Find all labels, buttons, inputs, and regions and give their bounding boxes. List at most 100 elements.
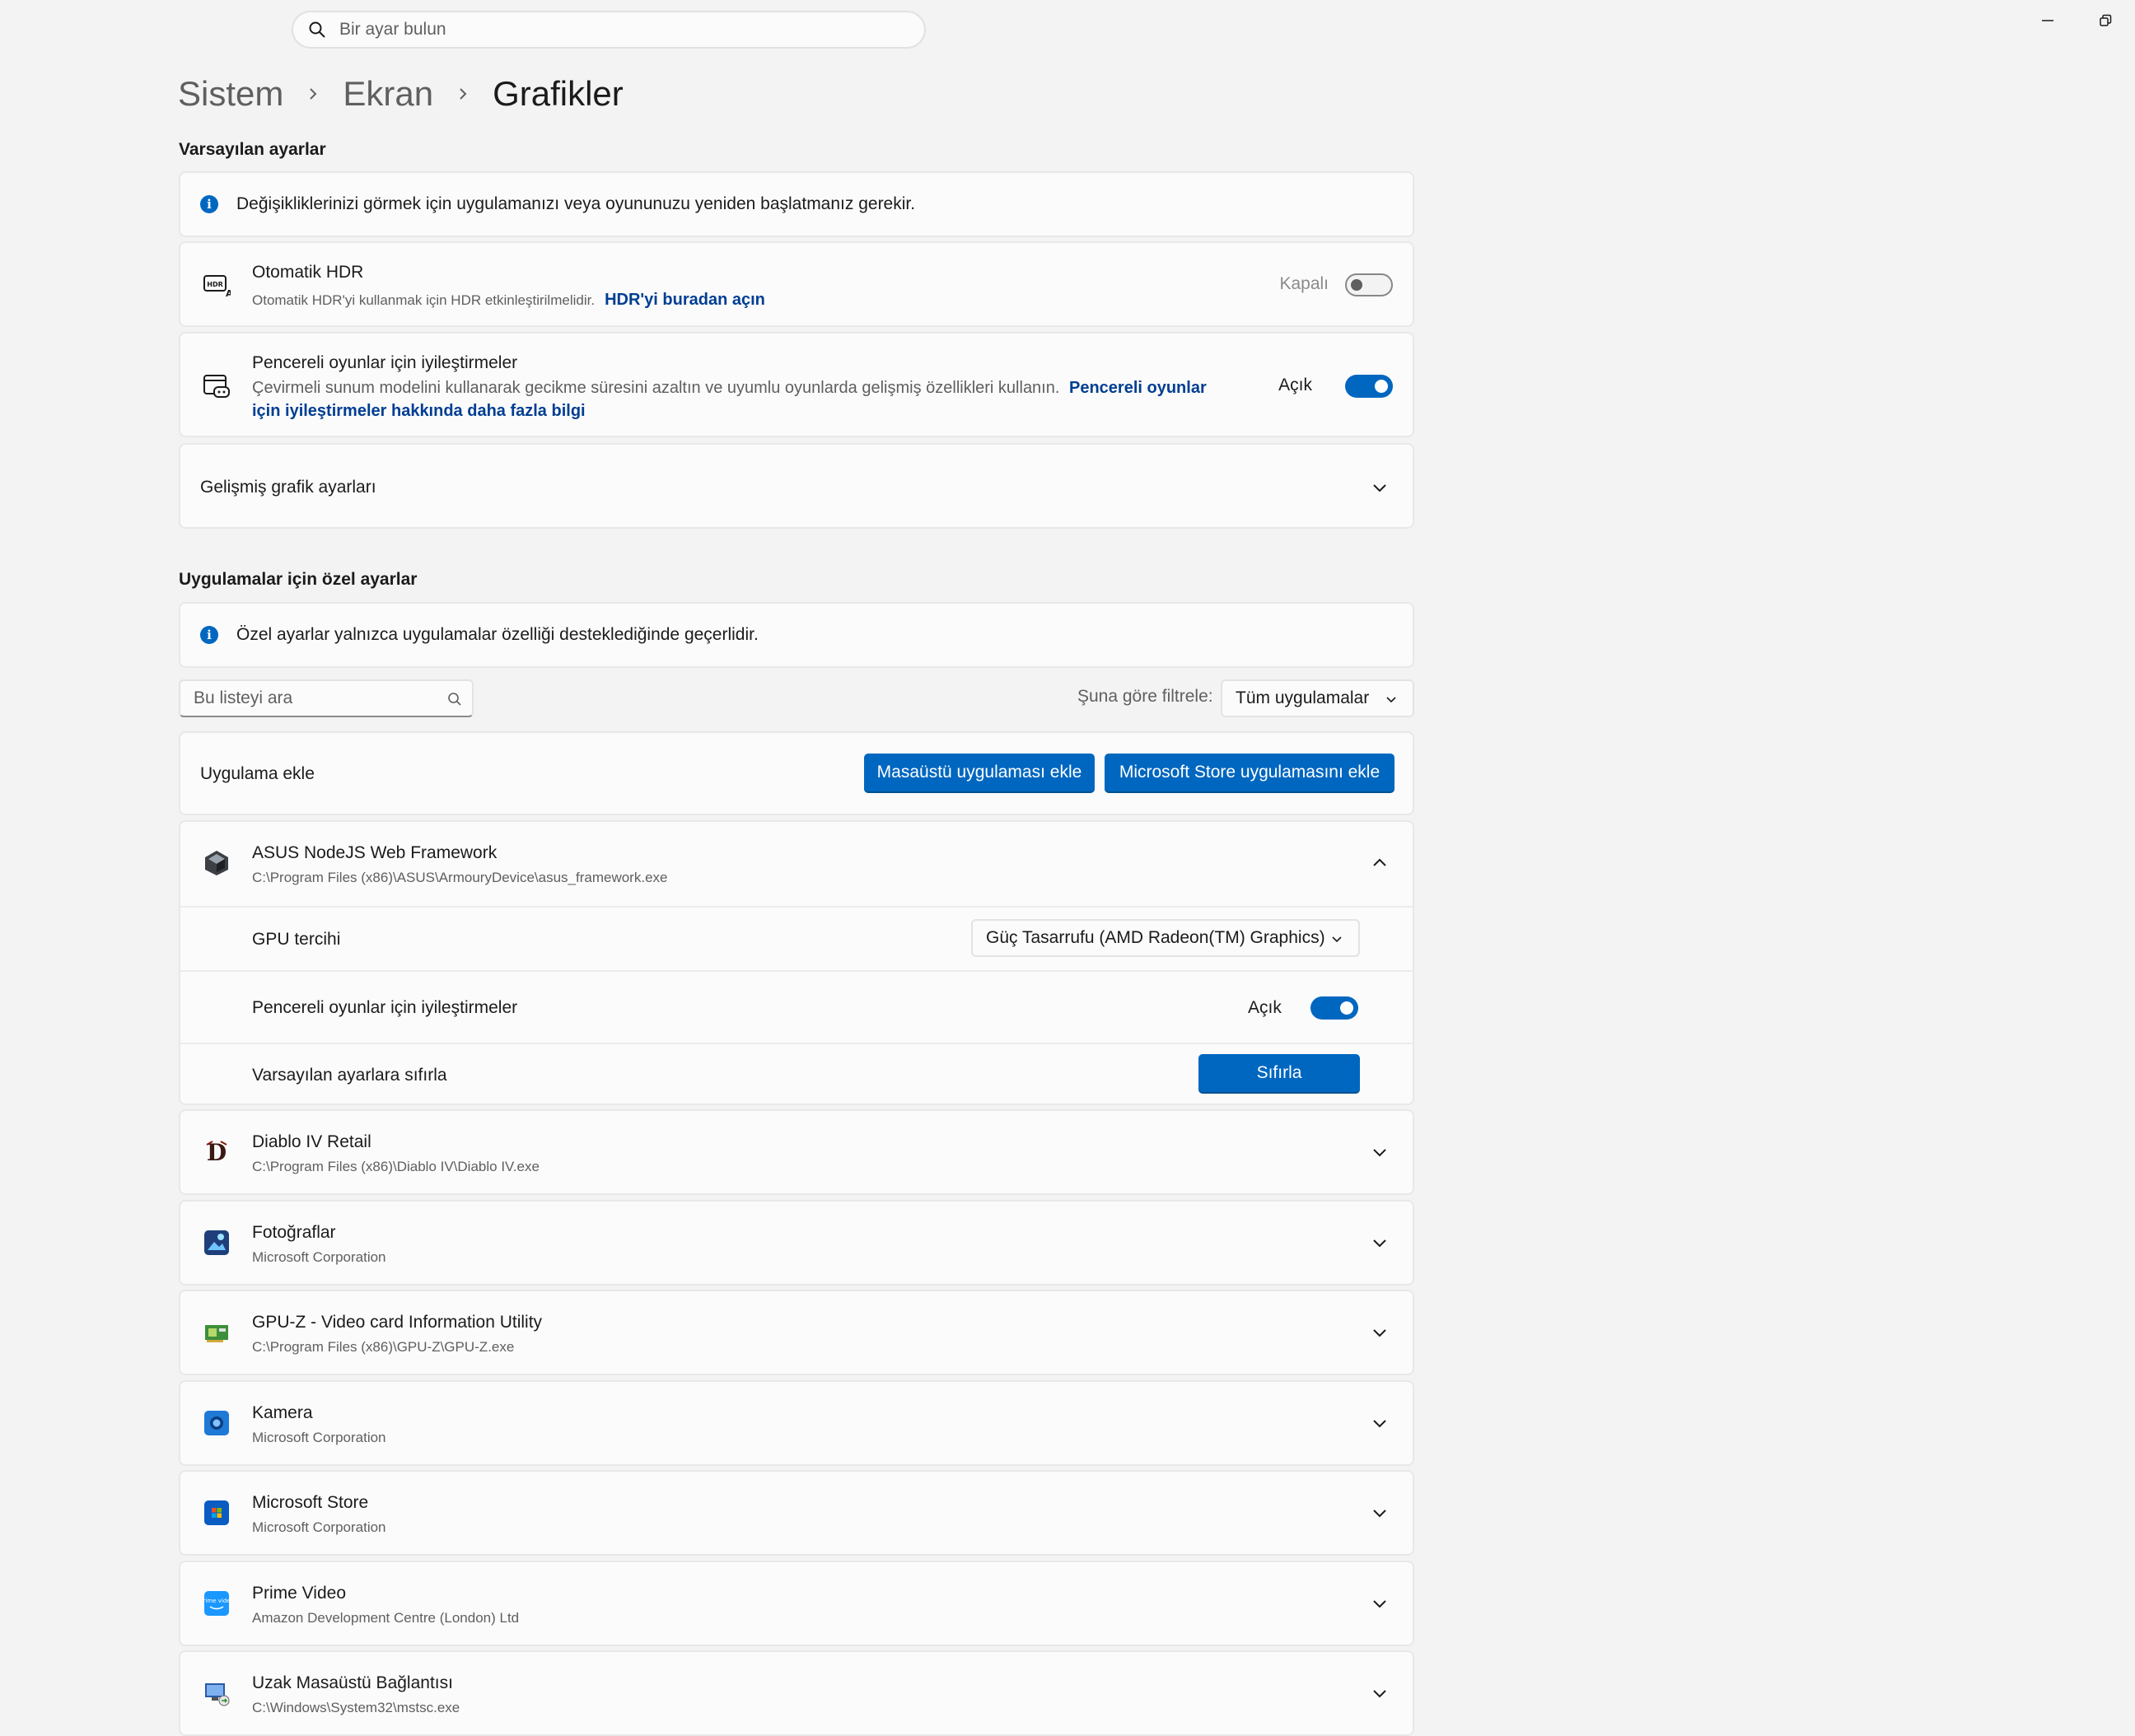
app-path: C:\Windows\System32\mstsc.exe <box>252 1700 460 1715</box>
app-publisher: Microsoft Corporation <box>252 1430 386 1445</box>
app-name: GPU-Z - Video card Information Utility <box>252 1313 543 1332</box>
app-card-gpuz[interactable]: GPU-Z - Video card Information Utility C… <box>179 1290 1414 1375</box>
store-icon <box>202 1498 231 1528</box>
auto-hdr-title: Otomatik HDR <box>252 263 364 282</box>
windowed-games-toggle[interactable] <box>1345 375 1393 398</box>
chevron-right-icon <box>455 86 471 102</box>
app-card-asus: ASUS NodeJS Web Framework C:\Program Fil… <box>179 820 1414 1105</box>
app-path: C:\Program Files (x86)\Diablo IV\Diablo … <box>252 1159 540 1174</box>
search-placeholder: Bir ayar bulun <box>339 20 446 39</box>
camera-icon <box>202 1408 231 1438</box>
gpuz-icon <box>202 1318 231 1347</box>
info-text: Özel ayarlar yalnızca uygulamalar özelli… <box>236 625 759 644</box>
svg-text:HDR: HDR <box>207 281 223 288</box>
chevron-down-icon <box>1373 1149 1386 1157</box>
app-windowed-games-toggle[interactable] <box>1310 996 1358 1020</box>
app-publisher: Microsoft Corporation <box>252 1249 386 1265</box>
chevron-down-icon <box>1386 697 1396 703</box>
chevron-down-icon <box>1373 1600 1386 1608</box>
auto-hdr-toggle[interactable] <box>1345 273 1393 296</box>
breadcrumb-ekran[interactable]: Ekran <box>343 74 433 114</box>
game-window-icon <box>202 371 231 401</box>
info-icon: i <box>200 626 218 644</box>
app-path: C:\Program Files (x86)\GPU-Z\GPU-Z.exe <box>252 1339 515 1355</box>
section-title-apps: Uygulamalar için özel ayarlar <box>179 570 418 589</box>
add-app-card: Uygulama ekle Masaüstü uygulaması ekle M… <box>179 731 1414 815</box>
app-card-store[interactable]: Microsoft Store Microsoft Corporation <box>179 1470 1414 1556</box>
chevron-down-icon <box>1332 936 1342 943</box>
diablo-icon: D <box>202 1137 231 1167</box>
windowed-games-card: Pencereli oyunlar için iyileştirmeler Çe… <box>179 332 1414 437</box>
photos-icon <box>202 1228 231 1258</box>
hdr-settings-link[interactable]: HDR'yi buradan açın <box>605 291 765 309</box>
add-desktop-app-button[interactable]: Masaüstü uygulaması ekle <box>864 754 1095 793</box>
filter-value: Tüm uygulamalar <box>1236 688 1370 707</box>
windowed-games-description: Çevirmeli sunum modelini kullanarak geci… <box>252 379 1060 397</box>
app-name: Kamera <box>252 1403 313 1422</box>
search-icon <box>448 693 461 706</box>
info-icon: i <box>200 195 218 213</box>
chevron-down-icon <box>1373 1329 1386 1337</box>
app-settings-info-card: i Özel ayarlar yalnızca uygulamalar özel… <box>179 602 1414 668</box>
auto-hdr-card: HDR A Otomatik HDR Otomatik HDR'yi kullan… <box>179 241 1414 327</box>
auto-hdr-state: Kapalı <box>1279 274 1329 293</box>
app-card-camera[interactable]: Kamera Microsoft Corporation <box>179 1380 1414 1466</box>
svg-text:A: A <box>226 288 231 298</box>
windowed-games-link-part2: için iyileştirmeler hakkında daha fazla … <box>252 402 586 420</box>
search-icon <box>309 21 325 38</box>
auto-hdr-subtitle-text: Otomatik HDR'yi kullanmak için HDR etkin… <box>252 292 596 308</box>
app-windowed-games-label: Pencereli oyunlar için iyileştirmeler <box>252 998 518 1017</box>
app-path: C:\Program Files (x86)\ASUS\ArmouryDevic… <box>252 870 668 885</box>
section-title-default: Varsayılan ayarlar <box>179 140 326 159</box>
settings-search-box[interactable]: Bir ayar bulun <box>292 11 926 49</box>
app-name: Microsoft Store <box>252 1493 369 1512</box>
gpu-preference-dropdown[interactable]: Güç Tasarrufu (AMD Radeon(TM) Graphics) <box>971 919 1360 957</box>
app-card-remote-desktop[interactable]: Uzak Masaüstü Bağlantısı C:\Windows\Syst… <box>179 1650 1414 1736</box>
app-name: ASUS NodeJS Web Framework <box>252 843 498 862</box>
app-name: Prime Video <box>252 1584 347 1603</box>
breadcrumb-sistem[interactable]: Sistem <box>178 74 283 114</box>
page-title: Grafikler <box>493 74 624 113</box>
hdr-icon: HDR A <box>202 271 231 301</box>
chevron-right-icon <box>305 86 321 102</box>
divider <box>180 1043 1413 1044</box>
restore-button[interactable] <box>2089 8 2122 33</box>
chevron-down-icon <box>1373 1239 1386 1248</box>
minimize-button[interactable] <box>2031 8 2064 33</box>
app-windowed-games-state: Açık <box>1248 998 1282 1017</box>
chevron-down-icon <box>1373 1420 1386 1428</box>
restore-icon <box>2100 14 2112 26</box>
app-publisher: Amazon Development Centre (London) Ltd <box>252 1610 520 1626</box>
windowed-games-state: Açık <box>1278 376 1312 394</box>
app-card-diablo[interactable]: D Diablo IV Retail C:\Program Files (x86… <box>179 1109 1414 1195</box>
divider <box>180 906 1413 908</box>
filter-dropdown[interactable]: Tüm uygulamalar <box>1221 679 1414 717</box>
chevron-up-icon[interactable] <box>1370 853 1390 873</box>
chevron-down-icon <box>1373 1690 1386 1698</box>
windowed-games-title: Pencereli oyunlar için iyileştirmeler <box>252 353 518 372</box>
windowed-games-link-part1: Pencereli oyunlar <box>1068 379 1207 397</box>
chevron-down-icon <box>1373 1510 1386 1518</box>
breadcrumb: Sistem Ekran Grafikler <box>178 69 624 119</box>
app-card-photos[interactable]: Fotoğraflar Microsoft Corporation <box>179 1200 1414 1286</box>
auto-hdr-subtitle: Otomatik HDR'yi kullanmak için HDR etkin… <box>252 291 765 310</box>
windowed-games-subtitle: Çevirmeli sunum modelini kullanarak geci… <box>252 376 1240 422</box>
asus-icon <box>202 848 231 878</box>
gpu-preference-value: Güç Tasarrufu (AMD Radeon(TM) Graphics) <box>986 928 1325 947</box>
reset-label: Varsayılan ayarlara sıfırla <box>252 1066 447 1085</box>
prime-video-icon: prime video <box>202 1589 231 1618</box>
chevron-down-icon <box>1373 484 1386 492</box>
reset-button[interactable]: Sıfırla <box>1198 1054 1360 1094</box>
remote-desktop-icon <box>202 1678 231 1708</box>
add-app-label: Uygulama ekle <box>200 764 315 783</box>
divider <box>180 970 1413 972</box>
add-store-app-button[interactable]: Microsoft Store uygulamasını ekle <box>1105 754 1395 793</box>
advanced-graphics-label: Gelişmiş grafik ayarları <box>200 478 376 497</box>
advanced-graphics-card[interactable]: Gelişmiş grafik ayarları <box>179 443 1414 529</box>
app-list-search-input[interactable]: Bu listeyi ara <box>179 679 474 717</box>
info-text: Değişikliklerinizi görmek için uygulaman… <box>236 194 916 213</box>
app-card-prime-video[interactable]: prime video Prime Video Amazon Developme… <box>179 1561 1414 1646</box>
minimize-icon <box>2042 20 2053 21</box>
svg-text:prime video: prime video <box>203 1598 231 1604</box>
gpu-preference-label: GPU tercihi <box>252 930 341 949</box>
